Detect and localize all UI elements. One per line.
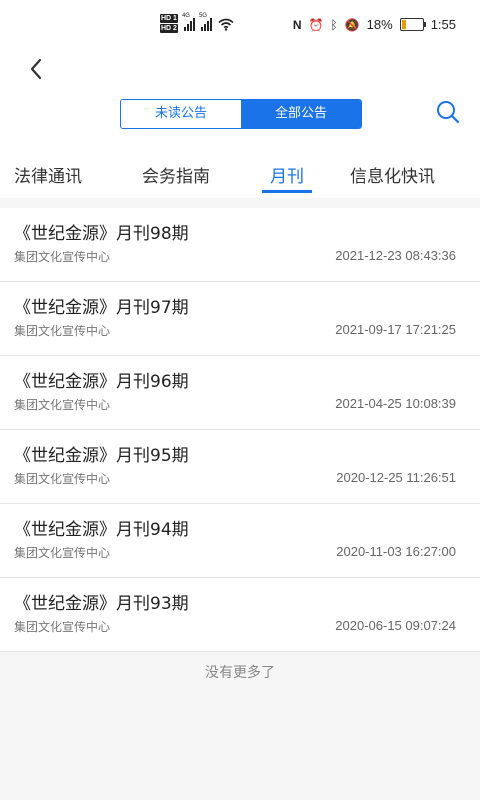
no-more-label: 没有更多了 — [205, 665, 275, 681]
app-screen: HD 1 HD 2 4G 5G N ⏰ ᛒ 🔕 18% 1:55 未读公告 全部… — [0, 0, 480, 800]
segment-unread[interactable]: 未读公告 — [121, 100, 241, 128]
tab-monthly[interactable]: 月刊 — [270, 162, 304, 187]
item-title: 《世纪金源》月刊94期 — [14, 520, 189, 540]
signal-2-label: 5G — [198, 13, 207, 19]
item-title: 《世纪金源》月刊98期 — [14, 224, 189, 244]
list-item[interactable]: 《世纪金源》月刊96期 集团文化宣传中心 2021-04-25 10:08:39 — [0, 356, 480, 430]
item-title: 《世纪金源》月刊95期 — [14, 446, 189, 466]
battery-percent: 18% — [366, 17, 393, 32]
category-tabs: 法律通讯 会务指南 月刊 信息化快讯 — [0, 148, 480, 198]
item-title: 《世纪金源》月刊93期 — [14, 594, 189, 614]
item-source: 集团文化宣传中心 — [14, 324, 111, 338]
tab-legal[interactable]: 法律通讯 — [14, 162, 82, 187]
tab-it-news[interactable]: 信息化快讯 — [350, 162, 435, 187]
item-time: 2021-12-23 08:43:36 — [335, 248, 456, 263]
hd-indicator: HD 1 HD 2 — [160, 14, 178, 34]
item-source: 集团文化宣传中心 — [14, 472, 111, 486]
signal-2-icon: 5G — [199, 13, 212, 31]
chevron-left-icon — [30, 58, 42, 80]
item-time: 2020-12-25 11:26:51 — [336, 470, 456, 485]
nfc-icon: N — [292, 17, 302, 32]
item-time: 2020-11-03 16:27:00 — [336, 544, 456, 559]
bluetooth-icon: ᛒ — [330, 17, 338, 32]
list-item[interactable]: 《世纪金源》月刊94期 集团文化宣传中心 2020-11-03 16:27:00 — [0, 504, 480, 578]
item-source: 集团文化宣传中心 — [14, 620, 111, 634]
signal-1-label: 4G — [181, 13, 190, 19]
announcement-filter: 未读公告 全部公告 — [120, 99, 362, 129]
network-indicators: HD 1 HD 2 4G 5G — [160, 13, 234, 34]
battery-icon — [399, 18, 426, 31]
active-tab-indicator — [262, 190, 312, 193]
mute-icon: 🔕 — [344, 17, 360, 32]
list-item[interactable]: 《世纪金源》月刊98期 集团文化宣传中心 2021-12-23 08:43:36 — [0, 208, 480, 282]
search-button[interactable] — [434, 98, 462, 126]
system-indicators: N ⏰ ᛒ 🔕 18% 1:55 — [293, 17, 456, 32]
item-time: 2021-09-17 17:21:25 — [335, 322, 456, 337]
back-button[interactable] — [22, 54, 52, 84]
signal-1-icon: 4G — [182, 13, 195, 31]
item-time: 2020-06-15 09:07:24 — [335, 618, 456, 633]
item-time: 2021-04-25 10:08:39 — [335, 396, 456, 411]
list-item[interactable]: 《世纪金源》月刊93期 集团文化宣传中心 2020-06-15 09:07:24 — [0, 578, 480, 652]
publication-list: 《世纪金源》月刊98期 集团文化宣传中心 2021-12-23 08:43:36… — [0, 208, 480, 652]
hd-1-label: HD 1 — [160, 14, 178, 23]
list-item[interactable]: 《世纪金源》月刊95期 集团文化宣传中心 2020-12-25 11:26:51 — [0, 430, 480, 504]
item-source: 集团文化宣传中心 — [14, 250, 111, 264]
status-bar: HD 1 HD 2 4G 5G N ⏰ ᛒ 🔕 18% 1:55 — [0, 0, 480, 52]
tab-meeting-guide[interactable]: 会务指南 — [142, 162, 210, 187]
item-title: 《世纪金源》月刊96期 — [14, 372, 189, 392]
clock: 1:55 — [430, 17, 456, 32]
list-item[interactable]: 《世纪金源》月刊97期 集团文化宣传中心 2021-09-17 17:21:25 — [0, 282, 480, 356]
battery-level — [401, 20, 406, 29]
alarm-icon: ⏰ — [308, 17, 324, 32]
wifi-icon — [218, 18, 234, 31]
segment-all[interactable]: 全部公告 — [241, 100, 361, 128]
item-title: 《世纪金源》月刊97期 — [14, 298, 189, 318]
item-source: 集团文化宣传中心 — [14, 398, 111, 412]
search-icon — [437, 101, 460, 124]
header: 未读公告 全部公告 — [0, 52, 480, 148]
hd-2-label: HD 2 — [160, 24, 178, 33]
item-source: 集团文化宣传中心 — [14, 546, 111, 560]
